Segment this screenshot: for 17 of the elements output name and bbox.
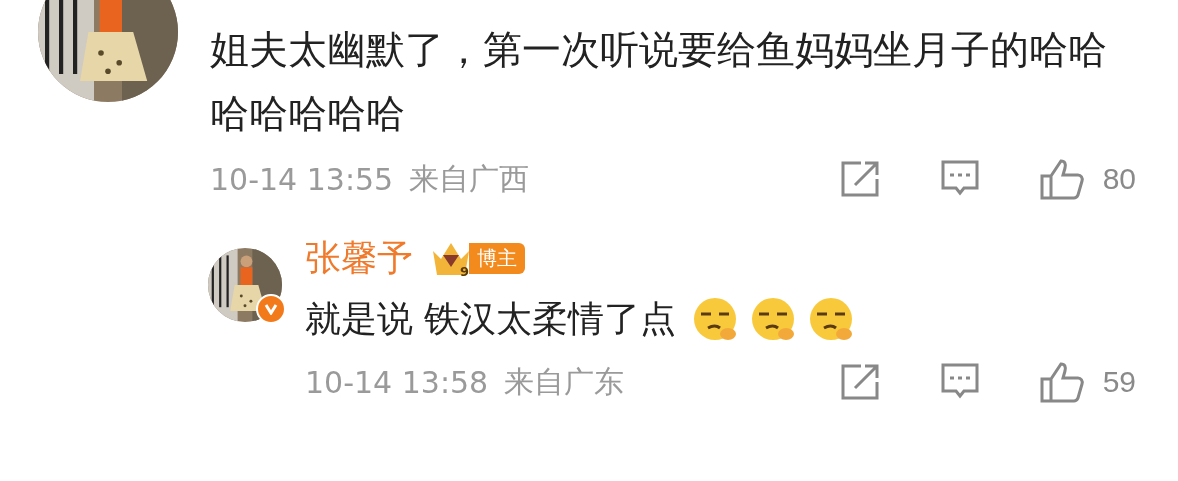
emoji-icon bbox=[750, 296, 797, 342]
thumbs-up-icon bbox=[1038, 158, 1085, 200]
comment-location: 来自广西 bbox=[409, 159, 530, 198]
author-name[interactable]: 张馨予 bbox=[305, 234, 413, 283]
thumbs-up-icon bbox=[1038, 361, 1085, 403]
reply-location: 来自广东 bbox=[504, 362, 625, 401]
like-button[interactable]: 80 bbox=[1038, 158, 1136, 200]
comment-time: 10-14 13:55 bbox=[210, 161, 394, 197]
comment-text: 姐夫太幽默了，第一次听说要给鱼妈妈坐月子的哈哈哈哈哈哈哈 bbox=[210, 26, 1108, 138]
like-count: 80 bbox=[1102, 162, 1136, 196]
emoji-icon bbox=[808, 296, 855, 342]
blogger-badge: 博主 bbox=[469, 243, 525, 274]
reply-text: 就是说 铁汉太柔情了点 bbox=[305, 297, 677, 341]
emoji-icon bbox=[692, 296, 739, 342]
like-button[interactable]: 59 bbox=[1038, 361, 1136, 403]
like-count: 59 bbox=[1102, 365, 1136, 399]
reply-time: 10-14 13:58 bbox=[305, 364, 489, 400]
